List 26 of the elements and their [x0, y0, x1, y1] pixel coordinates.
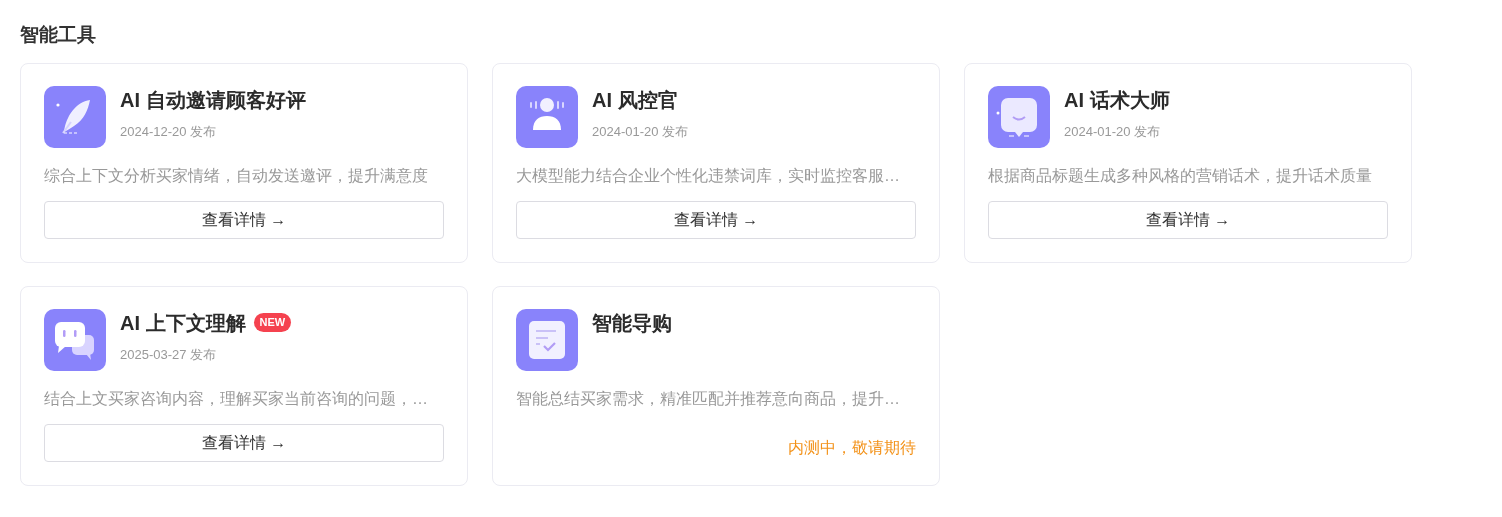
- tool-description: 综合上下文分析买家情绪，自动发送邀评，提升满意度: [44, 165, 429, 186]
- tool-title: AI 上下文理解: [120, 310, 246, 336]
- feather-icon: [44, 85, 106, 148]
- tool-title: 智能导购: [592, 310, 672, 336]
- beta-status-text: 内测中，敬请期待: [788, 437, 916, 458]
- chat-bubbles-icon: [44, 308, 106, 371]
- view-details-button[interactable]: 查看详情 →: [44, 200, 444, 239]
- new-badge: NEW: [253, 312, 292, 332]
- tool-title: AI 风控官: [592, 87, 678, 113]
- chat-bubble-icon: [988, 85, 1050, 148]
- checklist-icon: [516, 308, 578, 371]
- view-details-button[interactable]: 查看详情 →: [516, 200, 916, 239]
- tool-title: AI 话术大师: [1064, 87, 1170, 113]
- tool-description: 智能总结买家需求，精准匹配并推荐意向商品，提升…: [516, 388, 901, 409]
- tool-description: 大模型能力结合企业个性化违禁词库，实时监控客服…: [516, 165, 901, 186]
- tool-title: AI 自动邀请顾客好评: [120, 87, 306, 113]
- publish-date: 2024-12-20 发布: [120, 122, 218, 141]
- tool-description: 结合上文买家咨询内容，理解买家当前咨询的问题，…: [44, 388, 429, 409]
- publish-date: 2025-03-27 发布: [120, 345, 218, 364]
- section-title: 智能工具: [20, 24, 97, 47]
- view-details-button[interactable]: 查看详情 →: [988, 200, 1388, 239]
- publish-date: 2024-01-20 发布: [1064, 122, 1162, 141]
- tool-description: 根据商品标题生成多种风格的营销话术，提升话术质量: [988, 165, 1373, 186]
- view-details-button[interactable]: 查看详情 →: [44, 423, 444, 462]
- publish-date: 2024-01-20 发布: [592, 122, 689, 141]
- person-icon: [516, 85, 578, 148]
